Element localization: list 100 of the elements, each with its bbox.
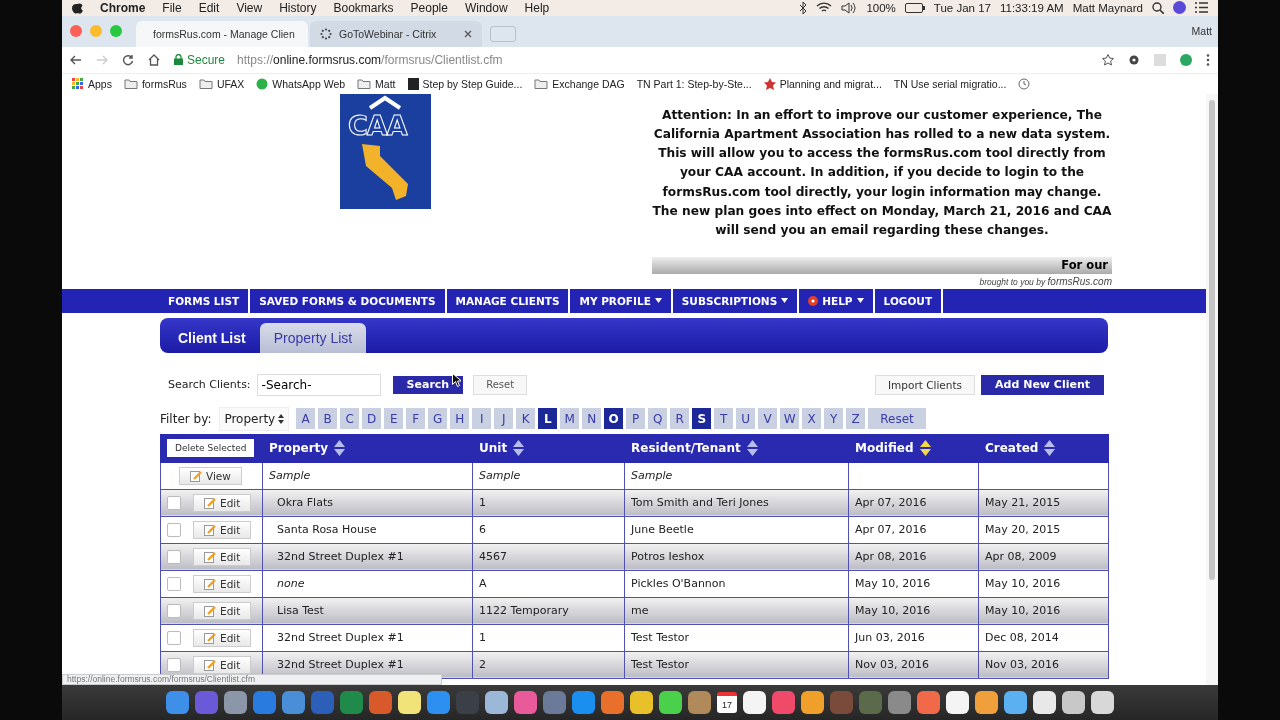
app-icon[interactable]: [1091, 691, 1114, 714]
page-tab[interactable]: Client List: [164, 322, 260, 353]
app-icon[interactable]: [398, 691, 421, 714]
address-url[interactable]: https://online.formsrus.com/formsrus/Clientlist.cfm: [237, 52, 503, 67]
app-icon[interactable]: [1033, 691, 1056, 714]
user-name[interactable]: Matt Maynard: [1072, 2, 1143, 14]
profile-name[interactable]: Matt: [1191, 25, 1218, 38]
menu-item[interactable]: People: [410, 1, 448, 15]
row-checkbox[interactable]: [167, 522, 181, 537]
sort-arrows-icon[interactable]: [746, 440, 758, 457]
history-icon[interactable]: [1018, 77, 1031, 90]
menu-item[interactable]: Edit: [198, 1, 220, 15]
row-checkbox[interactable]: [167, 549, 181, 564]
app-icon[interactable]: [630, 691, 653, 714]
letter-filter[interactable]: X: [802, 408, 822, 430]
sort-arrows-icon[interactable]: [334, 440, 346, 457]
app-icon[interactable]: [485, 691, 508, 714]
edit-button[interactable]: Edit: [193, 493, 252, 512]
row-checkbox[interactable]: [167, 630, 181, 645]
nav-item[interactable]: SUBSCRIPTIONS: [672, 288, 800, 313]
letter-filter[interactable]: L: [538, 408, 558, 430]
menu-item[interactable]: File: [162, 1, 182, 15]
close-window-icon[interactable]: [70, 25, 82, 38]
row-checkbox[interactable]: [167, 657, 181, 672]
more-menu-icon[interactable]: [1206, 53, 1210, 66]
app-icon[interactable]: [1062, 691, 1085, 714]
edit-button[interactable]: Edit: [193, 655, 252, 674]
edit-button[interactable]: Edit: [193, 547, 252, 566]
back-icon[interactable]: [70, 53, 82, 66]
letter-filter[interactable]: E: [384, 408, 404, 430]
row-checkbox[interactable]: [167, 576, 181, 591]
reset-button[interactable]: Reset: [473, 374, 528, 395]
wifi-icon[interactable]: [816, 2, 833, 14]
column-header[interactable]: Property: [269, 441, 329, 456]
list-icon[interactable]: [1195, 2, 1208, 14]
bookmark-item[interactable]: formsRus: [123, 77, 187, 90]
row-checkbox[interactable]: [167, 603, 181, 618]
nav-item[interactable]: MY PROFILE: [570, 288, 673, 313]
letter-filter[interactable]: F: [406, 408, 426, 430]
browser-tab[interactable]: formsRus.com - Manage Clien: [136, 20, 308, 47]
letter-filter[interactable]: Y: [824, 408, 844, 430]
menu-item[interactable]: Bookmarks: [333, 1, 394, 15]
edit-button[interactable]: Edit: [193, 520, 252, 539]
reload-icon[interactable]: [122, 53, 134, 66]
search-field[interactable]: -Search-: [256, 373, 381, 396]
edit-button[interactable]: Edit: [193, 574, 252, 593]
bluetooth-icon[interactable]: [799, 2, 808, 14]
letter-filter[interactable]: W: [780, 408, 800, 430]
letter-filter[interactable]: D: [362, 408, 382, 430]
letter-filter[interactable]: N: [582, 408, 602, 430]
letter-filter[interactable]: Z: [846, 408, 866, 430]
nav-item[interactable]: HELP: [799, 288, 875, 313]
letter-filter[interactable]: P: [626, 408, 646, 430]
app-icon[interactable]: [801, 691, 824, 714]
bookmark-item[interactable]: UFAX: [198, 77, 245, 90]
browser-tab[interactable]: GoToWebinar - Citrix: [310, 20, 482, 47]
delete-selected-button[interactable]: Delete Selected: [167, 439, 255, 458]
bookmark-item[interactable]: Exchange DAG: [534, 77, 625, 90]
letter-filter[interactable]: S: [692, 408, 712, 430]
app-icon[interactable]: [946, 691, 969, 714]
menu-item[interactable]: View: [236, 1, 263, 15]
sort-arrows-icon[interactable]: [513, 440, 525, 457]
nav-item[interactable]: LOGOUT: [874, 288, 944, 313]
letter-filter[interactable]: A: [296, 408, 316, 430]
letter-filter[interactable]: J: [494, 408, 514, 430]
sort-arrows-icon[interactable]: [919, 440, 931, 457]
filter-reset-button[interactable]: Reset: [868, 408, 926, 430]
bookmark-item[interactable]: Step by Step Guide...: [407, 77, 523, 90]
settings-icon[interactable]: [1128, 53, 1140, 66]
app-menu[interactable]: Chrome: [100, 1, 146, 15]
sort-arrows-icon[interactable]: [1044, 440, 1056, 457]
app-icon[interactable]: [975, 691, 998, 714]
page-tab[interactable]: Property List: [259, 322, 367, 353]
menu-item[interactable]: History: [279, 1, 317, 15]
bookmark-item[interactable]: Apps: [72, 77, 112, 90]
letter-filter[interactable]: H: [450, 408, 470, 430]
letter-filter[interactable]: M: [560, 408, 580, 430]
letter-filter[interactable]: I: [472, 408, 492, 430]
calendar-icon[interactable]: 17: [717, 692, 737, 713]
app-icon[interactable]: [659, 691, 682, 714]
nav-item[interactable]: FORMS LIST: [160, 288, 251, 313]
menu-date[interactable]: Tue Jan 17: [933, 2, 991, 14]
view-button[interactable]: View: [179, 466, 242, 485]
menu-item[interactable]: Help: [524, 1, 550, 15]
filter-dropdown[interactable]: Property: [219, 406, 290, 431]
column-header[interactable]: Unit: [479, 441, 508, 456]
bookmark-item[interactable]: TN Part 1: Step-by-Ste...: [636, 77, 752, 90]
bookmark-item[interactable]: TN Use serial migratio...: [893, 77, 1007, 90]
search-button[interactable]: Search: [392, 375, 464, 394]
app-icon[interactable]: [743, 691, 766, 714]
letter-filter[interactable]: C: [340, 408, 360, 430]
home-icon[interactable]: [148, 53, 160, 66]
import-clients-button[interactable]: Import Clients: [875, 374, 976, 395]
add-client-button[interactable]: Add New Client: [981, 374, 1104, 395]
letter-filter[interactable]: B: [318, 408, 338, 430]
siri-icon[interactable]: [1173, 1, 1186, 15]
letter-filter[interactable]: U: [736, 408, 756, 430]
volume-icon[interactable]: [841, 2, 858, 14]
letter-filter[interactable]: R: [670, 408, 690, 430]
letter-filter[interactable]: Q: [648, 408, 668, 430]
